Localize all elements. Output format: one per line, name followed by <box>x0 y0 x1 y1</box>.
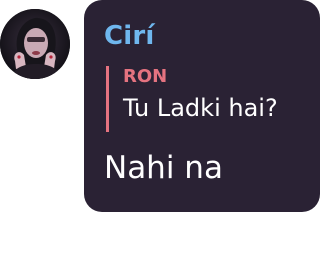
sender-name[interactable]: Cirí <box>104 21 155 51</box>
message-bubble[interactable]: Cirí RON Tu Ladki hai? Nahi na <box>84 0 320 212</box>
profile-photo-image <box>0 9 70 79</box>
message-text: Nahi na <box>104 150 223 186</box>
avatar[interactable] <box>0 9 70 79</box>
reply-text: Tu Ladki hai? <box>123 94 278 122</box>
reply-author: RON <box>123 66 168 87</box>
reply-quote[interactable]: RON Tu Ladki hai? <box>106 66 278 132</box>
